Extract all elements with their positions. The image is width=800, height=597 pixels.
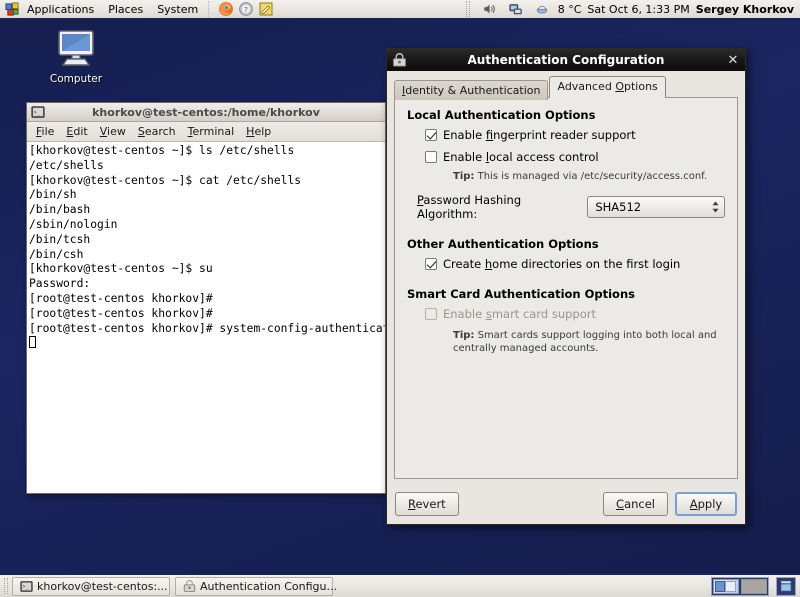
bottom-panel: >_ khorkov@test-centos:... Authenticatio…: [0, 573, 800, 597]
menu-places-label: Places: [108, 3, 143, 16]
home-directories-checkbox[interactable]: [425, 258, 437, 270]
user-menu[interactable]: Sergey Khorkov: [696, 3, 794, 16]
apply-button[interactable]: Apply: [675, 492, 737, 516]
panel-tray-group: 8 °C Sat Oct 6, 1:33 PM Sergey Khorkov: [466, 0, 800, 18]
dialog-title: Authentication Configuration: [387, 53, 745, 67]
terminal-menu-view[interactable]: View: [94, 125, 132, 138]
local-access-control-checkbox[interactable]: [425, 151, 437, 163]
section-title-other: Other Authentication Options: [407, 237, 725, 251]
fingerprint-label: Enable fingerprint reader support: [443, 128, 636, 142]
checkbox-row-home-directories[interactable]: Create home directories on the first log…: [425, 257, 725, 271]
checkbox-row-fingerprint[interactable]: Enable fingerprint reader support: [425, 128, 725, 142]
terminal-menu-file[interactable]: File: [30, 125, 60, 138]
section-title-local: Local Authentication Options: [407, 108, 725, 122]
terminal-icon: >_: [31, 105, 45, 119]
password-hashing-combobox[interactable]: SHA512: [587, 196, 725, 218]
panel-separator: [208, 1, 213, 17]
terminal-menu-help[interactable]: Help: [240, 125, 277, 138]
cancel-button-label: Cancel: [616, 497, 655, 511]
terminal-title: khorkov@test-centos:/home/khorkov: [27, 106, 385, 119]
dialog-titlebar[interactable]: Authentication Configuration ✕: [387, 49, 745, 71]
firefox-icon[interactable]: [217, 0, 235, 18]
clock[interactable]: Sat Oct 6, 1:33 PM: [587, 3, 689, 16]
workspace-1[interactable]: [713, 579, 739, 594]
menu-applications-label: Applications: [27, 3, 94, 16]
chevron-updown-icon: [711, 200, 720, 214]
fingerprint-checkbox[interactable]: [425, 129, 437, 141]
desktop-icon-computer[interactable]: Computer: [44, 28, 108, 85]
password-hashing-value: SHA512: [595, 200, 711, 214]
tip-access-control: Tip: This is managed via /etc/security/a…: [453, 170, 725, 183]
terminal-menu-terminal[interactable]: Terminal: [182, 125, 241, 138]
terminal-output[interactable]: [khorkov@test-centos ~]$ ls /etc/shells …: [27, 142, 385, 493]
advanced-options-panel: Local Authentication Options Enable fing…: [394, 97, 738, 479]
terminal-menu-search[interactable]: Search: [132, 125, 182, 138]
menu-system[interactable]: System: [151, 1, 204, 18]
taskbar-item-terminal[interactable]: >_ khorkov@test-centos:...: [12, 577, 170, 596]
auth-config-icon: [392, 53, 406, 67]
terminal-cursor: [29, 336, 36, 348]
tab-advanced-options[interactable]: Advanced Options: [549, 76, 665, 98]
menu-system-label: System: [157, 3, 198, 16]
workspace-2[interactable]: [741, 579, 767, 594]
taskbar-item-auth-config[interactable]: Authentication Configu...: [175, 577, 333, 596]
network-icon[interactable]: [507, 0, 525, 18]
workspace-switcher[interactable]: [711, 577, 769, 596]
checkbox-row-local-access-control[interactable]: Enable local access control: [425, 150, 725, 164]
terminal-icon: >_: [20, 580, 33, 593]
terminal-titlebar[interactable]: >_ khorkov@test-centos:/home/khorkov: [27, 103, 385, 122]
text-editor-icon[interactable]: [257, 0, 275, 18]
terminal-body[interactable]: [khorkov@test-centos ~]$ ls /etc/shells …: [27, 142, 385, 493]
tip-access-control-label: Tip:: [453, 171, 474, 182]
panel-handle: [466, 1, 470, 17]
svg-text:>_: >_: [22, 584, 28, 590]
svg-text:>_: >_: [34, 110, 41, 116]
weather-temp[interactable]: 8 °C: [558, 3, 582, 16]
taskbar-item-auth-config-label: Authentication Configu...: [200, 580, 337, 593]
menu-applications[interactable]: Applications: [23, 1, 100, 18]
help-icon[interactable]: ?: [237, 0, 255, 18]
cancel-button[interactable]: Cancel: [603, 492, 668, 516]
svg-text:?: ?: [244, 6, 248, 14]
volume-icon[interactable]: [481, 0, 499, 18]
gnome-foot-icon: [3, 0, 21, 18]
password-hashing-label: Password Hashing Algorithm:: [417, 193, 579, 221]
tip-access-control-text: This is managed via /etc/security/access…: [478, 171, 708, 182]
terminal-window[interactable]: >_ khorkov@test-centos:/home/khorkov Fil…: [26, 102, 386, 494]
auth-config-icon: [183, 580, 196, 593]
dialog-action-area: Revert Cancel Apply: [387, 486, 745, 524]
tip-smart-card-label: Tip:: [453, 330, 474, 341]
terminal-menubar: File Edit View Search Terminal Help: [27, 122, 385, 142]
section-title-smartcard: Smart Card Authentication Options: [407, 287, 725, 301]
checkbox-row-smart-card: Enable smart card support: [425, 307, 725, 321]
tip-smart-card: Tip: Smart cards support logging into bo…: [453, 329, 725, 355]
revert-button[interactable]: Revert: [395, 492, 459, 516]
apply-button-label: Apply: [690, 497, 722, 511]
terminal-menu-edit[interactable]: Edit: [60, 125, 93, 138]
dialog-tabstrip: Identity & Authentication Advanced Optio…: [394, 77, 738, 98]
taskbar-item-terminal-label: khorkov@test-centos:...: [37, 580, 168, 593]
revert-button-label: Revert: [408, 497, 446, 511]
top-panel: Applications Places System ?: [0, 0, 800, 20]
close-icon[interactable]: ✕: [726, 54, 740, 67]
home-directories-label: Create home directories on the first log…: [443, 257, 680, 271]
tab-identity-and-authentication[interactable]: Identity & Authentication: [394, 80, 548, 100]
terminal-lines: [khorkov@test-centos ~]$ ls /etc/shells …: [29, 144, 385, 335]
smart-card-checkbox: [425, 308, 437, 320]
computer-icon: [54, 58, 98, 71]
panel-menu-group: Applications Places System ?: [0, 0, 276, 18]
dialog-body: Identity & Authentication Advanced Optio…: [387, 71, 745, 486]
menu-places[interactable]: Places: [102, 1, 149, 18]
bottom-panel-handle: [4, 578, 8, 594]
show-desktop-button[interactable]: [776, 577, 796, 596]
desktop-screen: Applications Places System ?: [0, 0, 800, 597]
weather-icon[interactable]: [533, 0, 551, 18]
local-access-control-label: Enable local access control: [443, 150, 599, 164]
authentication-configuration-dialog[interactable]: Authentication Configuration ✕ Identity …: [386, 48, 746, 525]
tip-smart-card-text: Smart cards support logging into both lo…: [453, 330, 717, 354]
password-hashing-row: Password Hashing Algorithm: SHA512: [417, 193, 725, 221]
smart-card-label: Enable smart card support: [443, 307, 596, 321]
desktop-icon-label: Computer: [44, 73, 108, 85]
